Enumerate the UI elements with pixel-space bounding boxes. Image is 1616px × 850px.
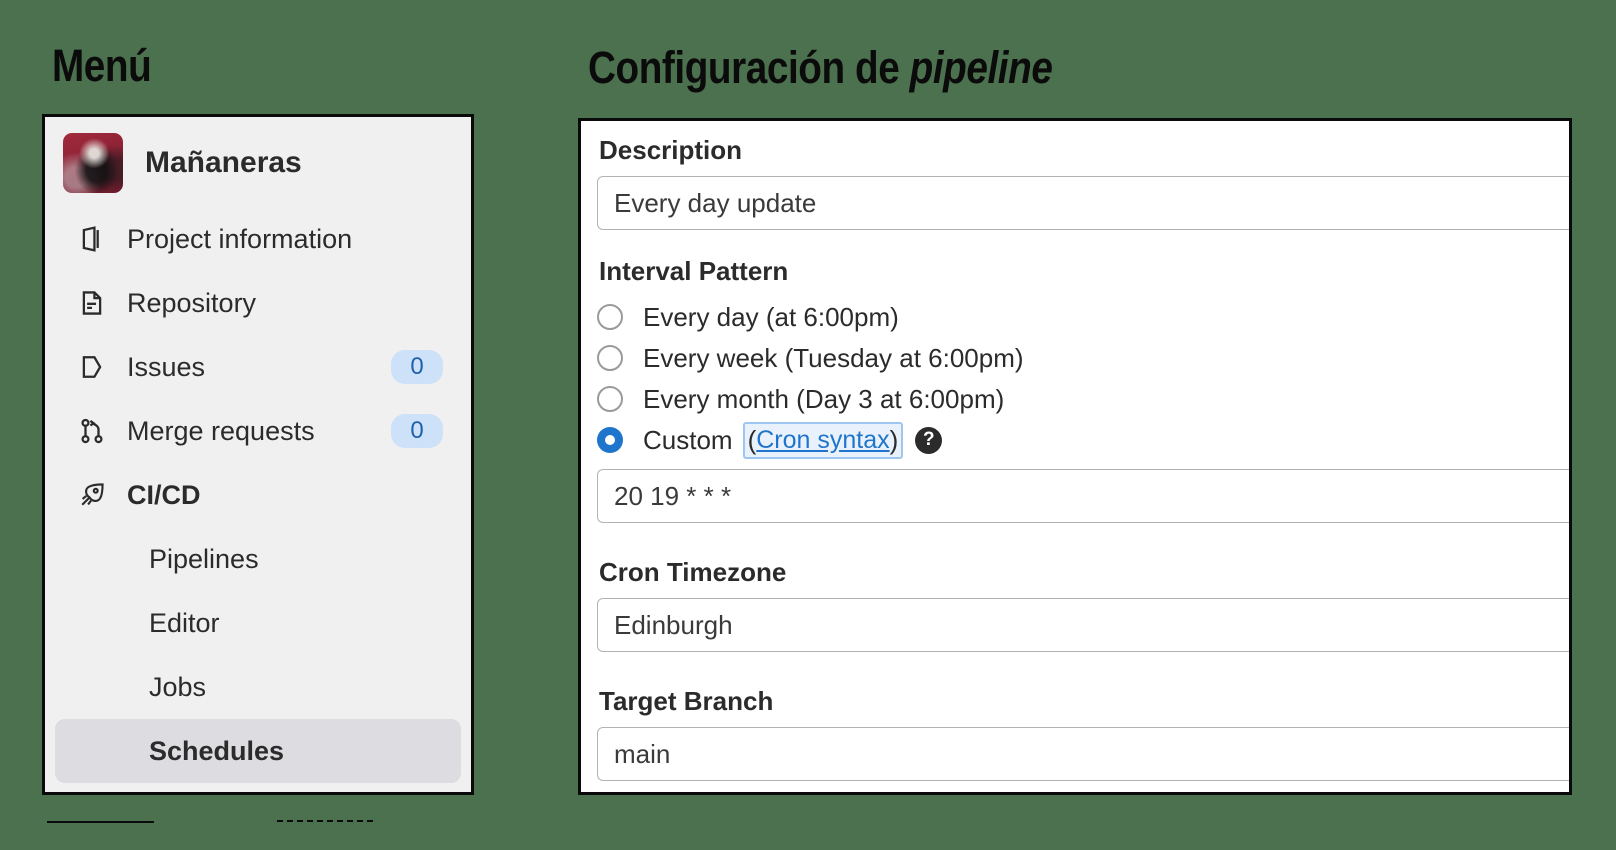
cron-expression-input[interactable]: 20 19 * * * bbox=[597, 469, 1569, 523]
menu-heading: Menú bbox=[52, 40, 152, 91]
interval-option-every-week[interactable]: Every week (Tuesday at 6:00pm) bbox=[597, 338, 1569, 378]
sidebar-item-label: Repository bbox=[127, 287, 257, 318]
interval-option-label: Every month (Day 3 at 6:00pm) bbox=[643, 383, 1005, 414]
interval-option-every-day[interactable]: Every day (at 6:00pm) bbox=[597, 297, 1569, 337]
sidebar-item-jobs[interactable]: Jobs bbox=[55, 655, 461, 719]
sidebar-item-project-information[interactable]: Project information bbox=[55, 207, 461, 271]
decorative-line-left bbox=[47, 821, 154, 823]
help-question-icon[interactable]: ? bbox=[915, 426, 943, 454]
radio-button[interactable] bbox=[597, 386, 623, 412]
interval-option-every-month[interactable]: Every month (Day 3 at 6:00pm) bbox=[597, 379, 1569, 419]
target-branch-select[interactable]: main bbox=[597, 727, 1569, 781]
project-information-icon bbox=[77, 224, 107, 254]
description-label: Description bbox=[599, 135, 743, 165]
description-input[interactable]: Every day update bbox=[597, 176, 1569, 230]
sidebar-item-pipelines[interactable]: Pipelines bbox=[55, 527, 461, 591]
sidebar-item-issues[interactable]: Issues 0 bbox=[55, 335, 461, 399]
config-heading: Configuración de pipeline bbox=[588, 42, 1053, 94]
repository-icon bbox=[77, 288, 107, 318]
screenshot-root: Menú Mañaneras Project information Repos… bbox=[0, 0, 1616, 850]
sidebar-item-merge-requests[interactable]: Merge requests 0 bbox=[55, 399, 461, 463]
cron-timezone-label: Cron Timezone bbox=[599, 557, 787, 587]
issues-count-badge: 0 bbox=[391, 350, 443, 384]
config-heading-italic: pipeline bbox=[909, 42, 1053, 93]
rocket-icon bbox=[77, 480, 107, 510]
sidebar-panel: Mañaneras Project information Repository… bbox=[42, 114, 474, 795]
interval-option-label: Every week (Tuesday at 6:00pm) bbox=[643, 342, 1024, 373]
merge-requests-icon bbox=[77, 416, 107, 446]
interval-option-label: Custom bbox=[643, 424, 733, 455]
interval-pattern-label: Interval Pattern bbox=[599, 256, 789, 286]
radio-button[interactable] bbox=[597, 304, 623, 330]
sidebar-item-label: CI/CD bbox=[127, 479, 201, 510]
sidebar-item-label: Project information bbox=[127, 223, 353, 254]
issues-icon bbox=[77, 352, 107, 382]
sidebar-item-label: Schedules bbox=[149, 735, 285, 766]
config-heading-prefix: Configuración de bbox=[588, 42, 910, 93]
decorative-line-right bbox=[277, 820, 373, 822]
sidebar-item-schedules[interactable]: Schedules bbox=[55, 719, 461, 783]
sidebar-item-cicd[interactable]: CI/CD bbox=[55, 463, 461, 527]
sidebar-item-label: Merge requests bbox=[127, 415, 315, 446]
interval-option-label: Every day (at 6:00pm) bbox=[643, 301, 899, 332]
target-branch-label: Target Branch bbox=[599, 686, 774, 716]
cron-timezone-select[interactable]: Edinburgh bbox=[597, 598, 1569, 652]
sidebar-item-label: Jobs bbox=[149, 671, 207, 702]
sidebar-item-label: Editor bbox=[149, 607, 220, 638]
sidebar-item-label: Pipelines bbox=[149, 543, 259, 574]
sidebar-item-editor[interactable]: Editor bbox=[55, 591, 461, 655]
sidebar-item-repository[interactable]: Repository bbox=[55, 271, 461, 335]
open-paren: ( bbox=[747, 424, 757, 455]
radio-button[interactable] bbox=[597, 345, 623, 371]
radio-button-selected[interactable] bbox=[597, 427, 623, 453]
merge-requests-count-badge: 0 bbox=[391, 414, 443, 448]
project-header[interactable]: Mañaneras bbox=[45, 117, 471, 207]
interval-option-custom[interactable]: Custom ( Cron syntax ) ? bbox=[597, 420, 1569, 460]
sidebar-item-label: Issues bbox=[127, 351, 206, 382]
project-name: Mañaneras bbox=[145, 146, 302, 179]
pipeline-config-panel: Description Every day update Interval Pa… bbox=[578, 118, 1572, 795]
project-avatar-icon bbox=[63, 133, 123, 193]
cron-syntax-link[interactable]: Cron syntax bbox=[756, 426, 889, 455]
cron-syntax-link-focus-ring[interactable]: ( Cron syntax ) bbox=[742, 421, 904, 459]
close-paren: ) bbox=[889, 424, 899, 455]
